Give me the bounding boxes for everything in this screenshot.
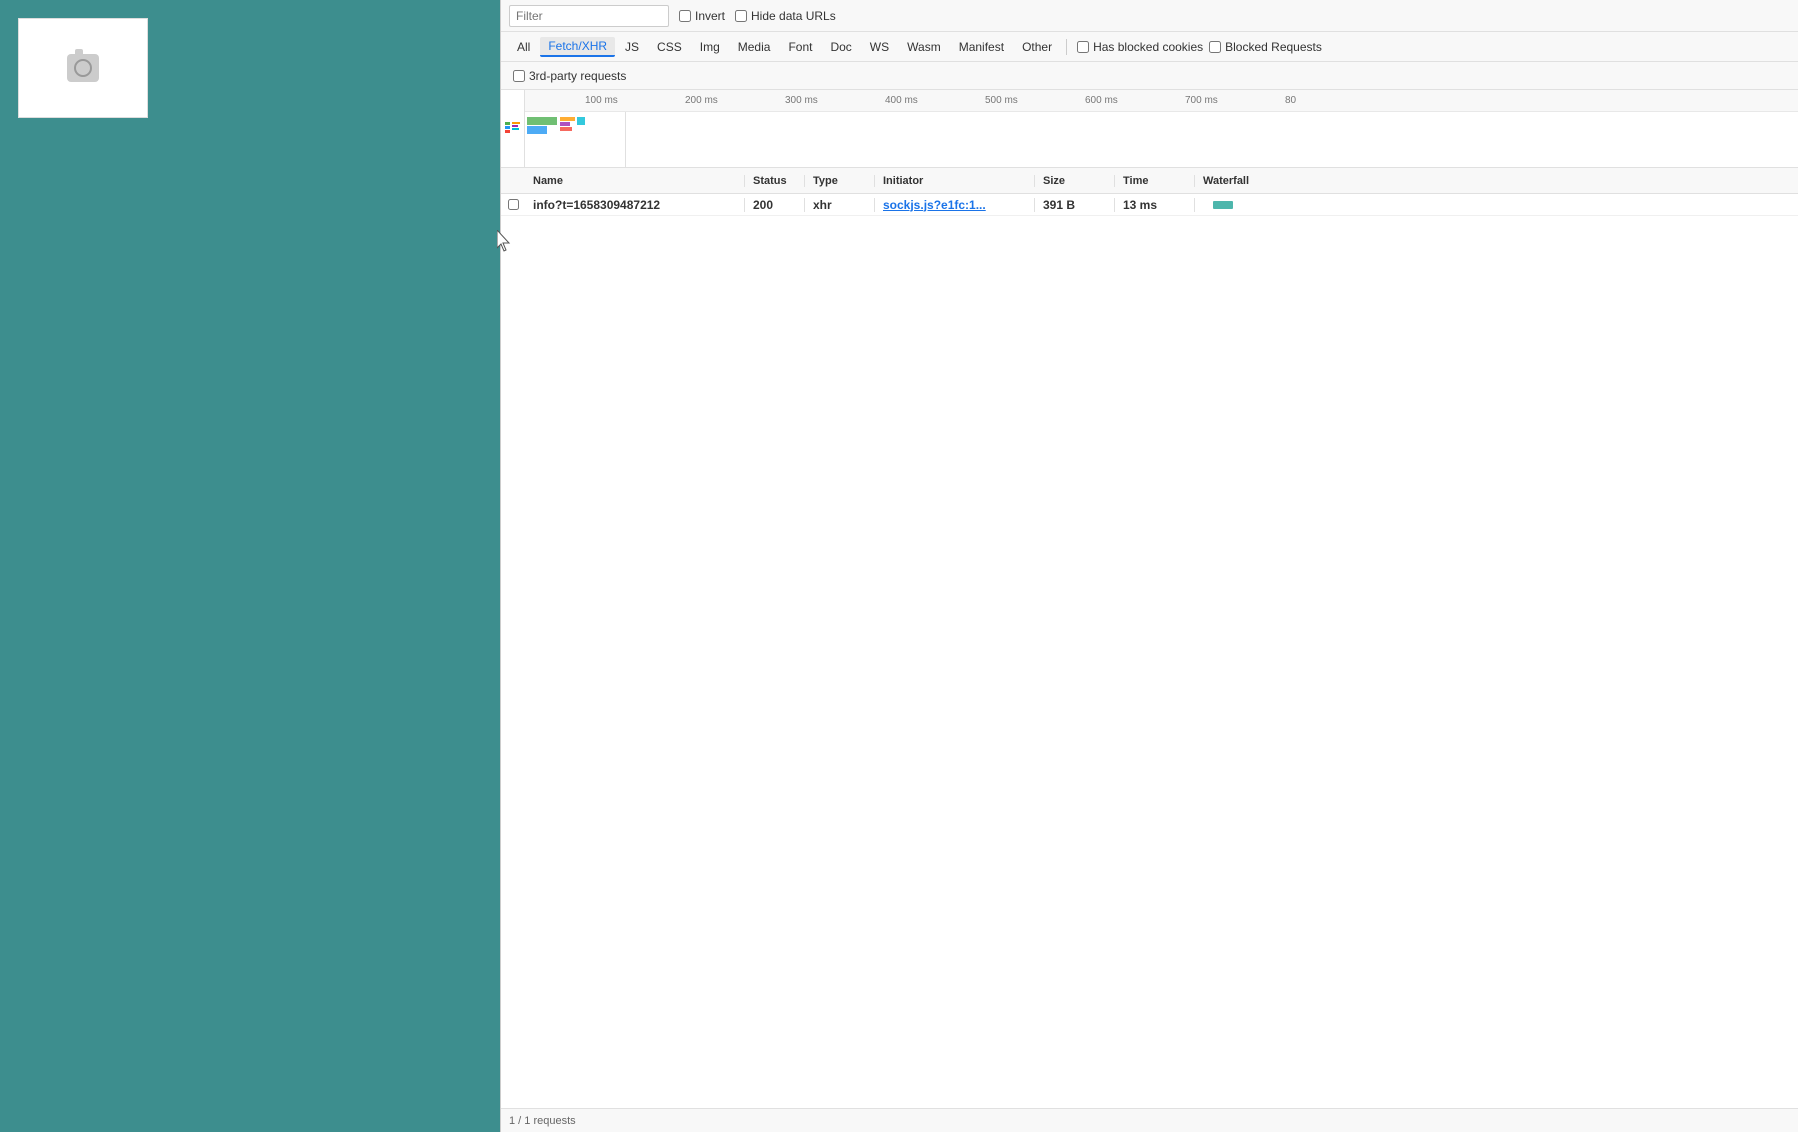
network-requests-table: Name Status Type Initiator Size Time Wat… bbox=[501, 168, 1798, 1108]
has-blocked-cookies-label: Has blocked cookies bbox=[1093, 40, 1203, 54]
devtools-status-bar: 1 / 1 requests bbox=[501, 1108, 1798, 1132]
header-time: Time bbox=[1115, 175, 1195, 187]
row-checkbox-col bbox=[501, 199, 525, 210]
header-status: Status bbox=[745, 175, 805, 187]
third-party-requests-checkbox[interactable] bbox=[513, 70, 525, 82]
blocked-requests-checkbox[interactable] bbox=[1209, 41, 1221, 53]
table-header-row: Name Status Type Initiator Size Time Wat… bbox=[501, 168, 1798, 194]
camera-icon bbox=[67, 54, 99, 82]
tab-font[interactable]: Font bbox=[780, 38, 820, 56]
network-toolbar-filter: Invert Hide data URLs bbox=[501, 0, 1798, 32]
time-marker-200ms: 200 ms bbox=[685, 95, 718, 106]
row-type: xhr bbox=[805, 198, 875, 212]
timeline-content: 100 ms 200 ms 300 ms 400 ms 500 ms 600 m… bbox=[525, 90, 1798, 167]
row-time: 13 ms bbox=[1115, 198, 1195, 212]
time-marker-500ms: 500 ms bbox=[985, 95, 1018, 106]
network-timeline-area: 100 ms 200 ms 300 ms 400 ms 500 ms 600 m… bbox=[501, 90, 1798, 168]
timeline-cursor-line bbox=[625, 112, 626, 167]
tab-doc[interactable]: Doc bbox=[822, 38, 859, 56]
header-size: Size bbox=[1035, 175, 1115, 187]
tab-media[interactable]: Media bbox=[730, 38, 779, 56]
tab-manifest[interactable]: Manifest bbox=[951, 38, 1012, 56]
tab-all[interactable]: All bbox=[509, 38, 538, 56]
third-party-requests-label: 3rd-party requests bbox=[529, 69, 626, 83]
status-text: 1 / 1 requests bbox=[509, 1115, 576, 1127]
third-party-requests-group: 3rd-party requests bbox=[513, 69, 626, 83]
time-marker-80x: 80 bbox=[1285, 95, 1296, 106]
hide-data-urls-label: Hide data URLs bbox=[751, 9, 836, 23]
time-marker-100ms: 100 ms bbox=[585, 95, 618, 106]
network-third-party-bar: 3rd-party requests bbox=[501, 62, 1798, 90]
tab-wasm[interactable]: Wasm bbox=[899, 38, 949, 56]
image-placeholder bbox=[18, 18, 148, 118]
invert-label: Invert bbox=[695, 9, 725, 23]
header-name: Name bbox=[525, 175, 745, 187]
timeline-icon bbox=[504, 118, 522, 140]
blocked-requests-label: Blocked Requests bbox=[1225, 40, 1322, 54]
devtools-network-panel: Invert Hide data URLs All Fetch/XHR JS C… bbox=[500, 0, 1798, 1132]
tab-other[interactable]: Other bbox=[1014, 38, 1060, 56]
row-status: 200 bbox=[745, 198, 805, 212]
invert-checkbox[interactable] bbox=[679, 10, 691, 22]
table-row[interactable]: info?t=1658309487212 200 xhr sockjs.js?e… bbox=[501, 194, 1798, 216]
header-initiator: Initiator bbox=[875, 175, 1035, 187]
header-type: Type bbox=[805, 175, 875, 187]
time-marker-600ms: 600 ms bbox=[1085, 95, 1118, 106]
row-name: info?t=1658309487212 bbox=[525, 198, 745, 212]
tab-img[interactable]: Img bbox=[692, 38, 728, 56]
blocked-requests-group: Blocked Requests bbox=[1209, 40, 1322, 54]
row-size: 391 B bbox=[1035, 198, 1115, 212]
timeline-icon-sidebar bbox=[501, 90, 525, 167]
has-blocked-cookies-group: Has blocked cookies bbox=[1077, 40, 1203, 54]
invert-checkbox-group: Invert bbox=[679, 9, 725, 23]
waterfall-bar bbox=[1213, 201, 1233, 209]
app-preview-panel bbox=[0, 0, 500, 1132]
toolbar-separator bbox=[1066, 39, 1067, 55]
row-initiator[interactable]: sockjs.js?e1fc:1... bbox=[875, 198, 1035, 212]
timeline-graph-area bbox=[525, 112, 1798, 167]
row-waterfall bbox=[1195, 201, 1798, 209]
network-type-filter-bar: All Fetch/XHR JS CSS Img Media Font Doc … bbox=[501, 32, 1798, 62]
has-blocked-cookies-checkbox[interactable] bbox=[1077, 41, 1089, 53]
tab-ws[interactable]: WS bbox=[862, 38, 897, 56]
hide-data-urls-checkbox-group: Hide data URLs bbox=[735, 9, 836, 23]
time-marker-400ms: 400 ms bbox=[885, 95, 918, 106]
tab-fetch-xhr[interactable]: Fetch/XHR bbox=[540, 37, 615, 57]
tab-js[interactable]: JS bbox=[617, 38, 647, 56]
hide-data-urls-checkbox[interactable] bbox=[735, 10, 747, 22]
time-marker-300ms: 300 ms bbox=[785, 95, 818, 106]
row-checkbox[interactable] bbox=[508, 199, 519, 210]
filter-input[interactable] bbox=[509, 5, 669, 27]
header-waterfall: Waterfall bbox=[1195, 175, 1798, 187]
time-marker-700ms: 700 ms bbox=[1185, 95, 1218, 106]
tab-css[interactable]: CSS bbox=[649, 38, 690, 56]
